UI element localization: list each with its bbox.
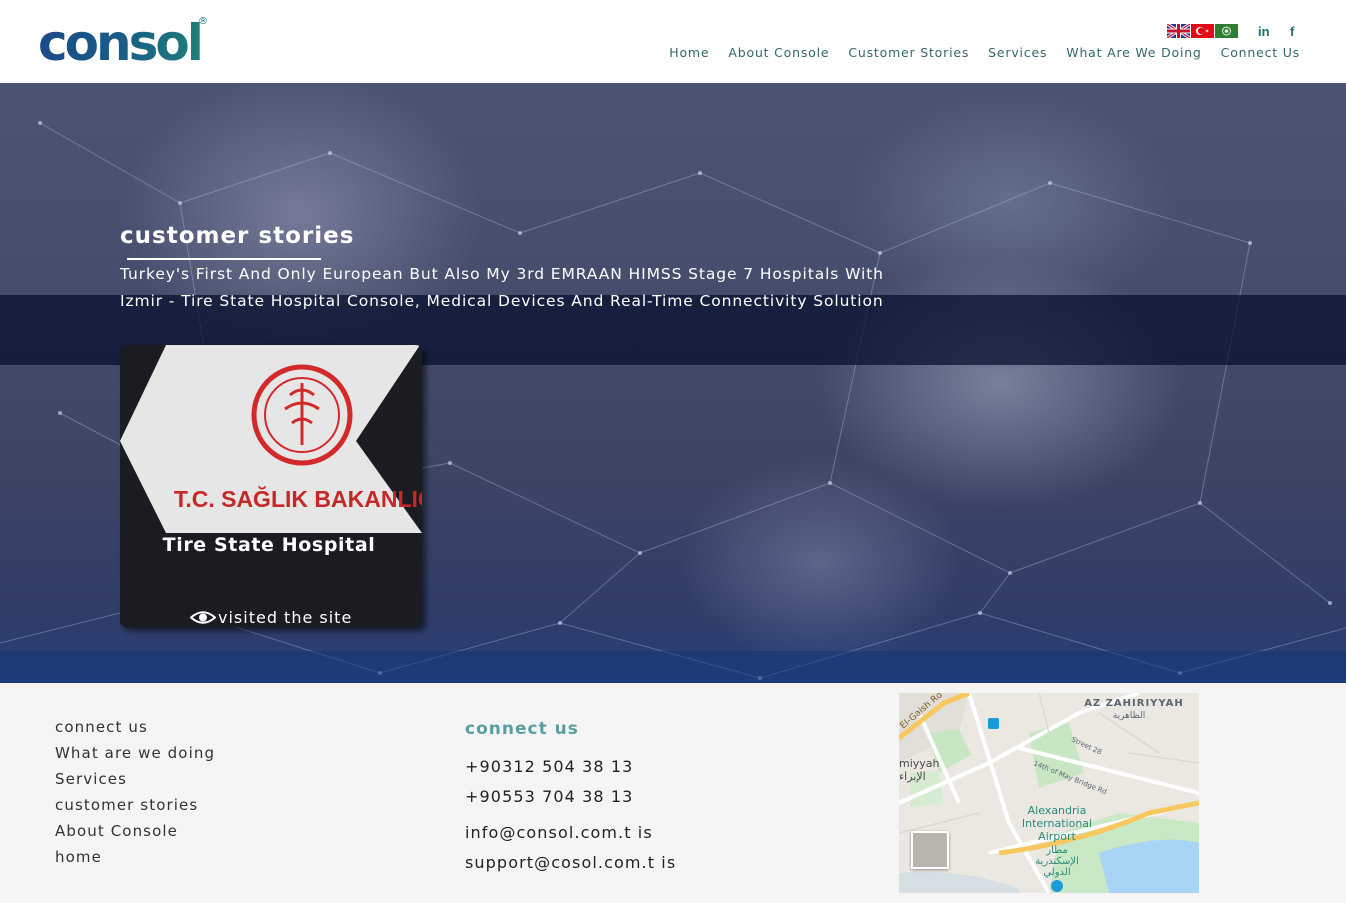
phone-number-2[interactable]: +90553 704 38 13 xyxy=(465,787,633,806)
nav-item-connect-us[interactable]: Connect Us xyxy=(1221,45,1300,60)
map-airport-line-2: International xyxy=(1022,817,1092,830)
phone-number-1[interactable]: +90312 504 38 13 xyxy=(465,757,633,776)
hero-title-underline xyxy=(127,258,321,260)
footer-links: connect us What are we doing Services cu… xyxy=(55,718,215,874)
site-footer: connect us What are we doing Services cu… xyxy=(0,683,1346,903)
map-district-label: AZ ZAHIRIYYAH xyxy=(1084,698,1184,709)
footer-link-customer-stories[interactable]: customer stories xyxy=(55,796,215,822)
footer-link-services[interactable]: Services xyxy=(55,770,215,796)
ministry-of-health-logo: T.C. SAĞLIK BAKANLIĞI xyxy=(120,345,422,533)
visit-site-label: visited the site xyxy=(218,608,353,627)
map-airport-line-1: Alexandria xyxy=(1028,804,1087,817)
card-logo-text: T.C. SAĞLIK BAKANLIĞI xyxy=(174,485,422,512)
arabic-flag-icon[interactable] xyxy=(1215,24,1238,38)
linkedin-icon[interactable]: in xyxy=(1258,24,1270,39)
map-area-label: miyyah xyxy=(899,757,940,770)
nav-item-about-console[interactable]: About Console xyxy=(728,45,829,60)
hero-description-line-1: Turkey's First And Only European But Als… xyxy=(120,265,884,283)
eye-icon xyxy=(190,611,216,624)
footer-link-connect-us[interactable]: connect us xyxy=(55,718,215,744)
english-flag-icon[interactable] xyxy=(1167,24,1190,38)
hero-section: customer stories Turkey's First And Only… xyxy=(0,83,1346,683)
nav-item-what-are-we-doing[interactable]: What Are We Doing xyxy=(1066,45,1201,60)
satellite-view-toggle[interactable] xyxy=(911,831,949,869)
map-airport-ar-1: مطار xyxy=(1045,845,1067,856)
map-airport-line-3: Airport xyxy=(1038,830,1076,843)
hero-description: Turkey's First And Only European But Als… xyxy=(120,261,940,315)
footer-contact-heading: connect us xyxy=(465,719,579,739)
language-switcher xyxy=(1167,24,1238,38)
email-support[interactable]: support@cosol.com.t is xyxy=(465,853,676,872)
logo-text: consol xyxy=(38,14,201,66)
email-info[interactable]: info@consol.com.t is xyxy=(465,823,653,842)
footer-link-about-console[interactable]: About Console xyxy=(55,822,215,848)
main-navigation: Home About Console Customer Stories Serv… xyxy=(669,45,1300,60)
map-airport-ar-2: الإسكندرية xyxy=(1035,856,1079,867)
map-area-label-ar: الإبراء xyxy=(899,770,926,783)
airport-icon xyxy=(1051,880,1063,892)
card-title: Tire State Hospital xyxy=(162,534,376,556)
transit-icon xyxy=(988,718,999,729)
nav-item-home[interactable]: Home xyxy=(669,45,709,60)
site-header: consol ® in f Home About Console Custome… xyxy=(0,0,1346,83)
registered-mark: ® xyxy=(198,16,208,27)
hero-bottom-strip xyxy=(0,651,1346,683)
hero-description-line-2: Izmir - Tire State Hospital Console, Med… xyxy=(120,292,884,310)
map-airport-ar-3: الدولي xyxy=(1043,867,1070,878)
hero-title: customer stories xyxy=(120,223,355,249)
nav-item-customer-stories[interactable]: Customer Stories xyxy=(848,45,969,60)
visit-site-link[interactable]: visited the site xyxy=(190,608,352,627)
footer-link-what-are-we-doing[interactable]: What are we doing xyxy=(55,744,215,770)
consol-logo[interactable]: consol ® xyxy=(38,14,213,66)
nav-item-services[interactable]: Services xyxy=(988,45,1047,60)
location-map[interactable]: AZ ZAHIRIYYAH الظاهرية El-Gaish Rd Stree… xyxy=(899,693,1199,893)
map-district-label-ar: الظاهرية xyxy=(1113,711,1145,721)
facebook-icon[interactable]: f xyxy=(1290,24,1294,39)
turkish-flag-icon[interactable] xyxy=(1191,24,1214,38)
customer-story-card[interactable]: T.C. SAĞLIK BAKANLIĞI Tire State Hospita… xyxy=(120,345,422,627)
footer-link-home[interactable]: home xyxy=(55,848,215,874)
